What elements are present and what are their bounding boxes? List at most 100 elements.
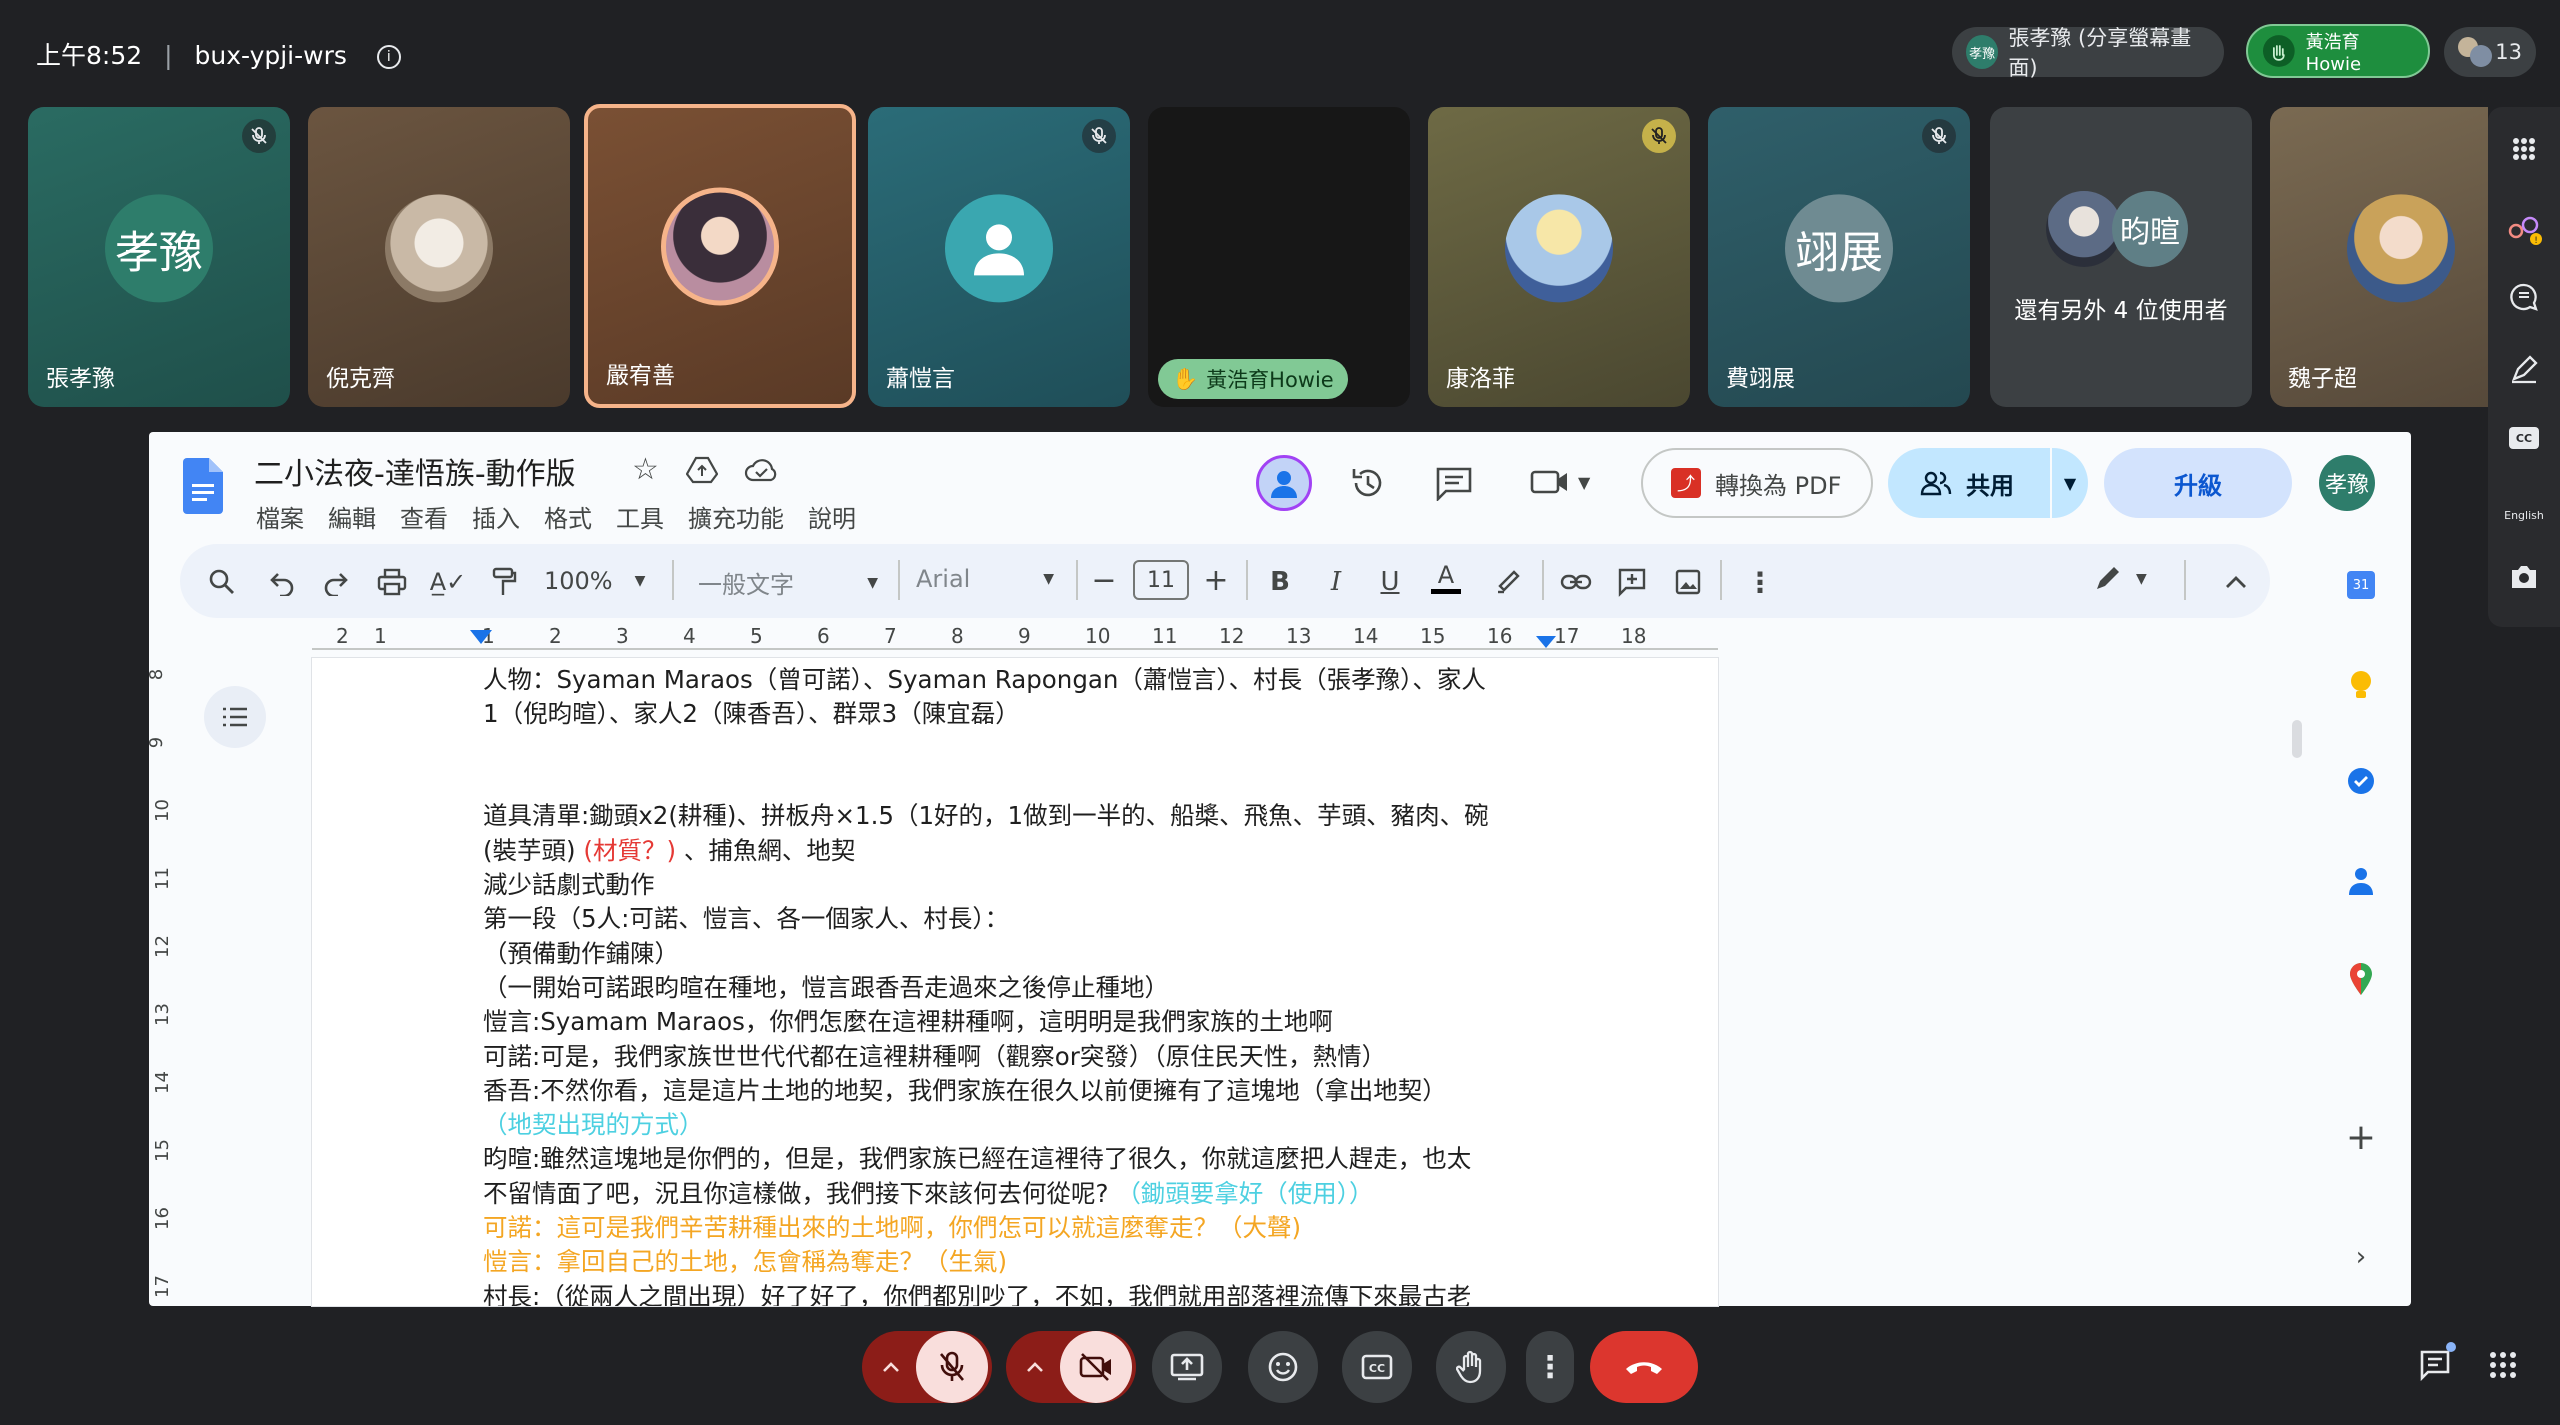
participant-tile[interactable]: 倪克齊 [308, 107, 570, 407]
menu-edit[interactable]: 編輯 [328, 499, 376, 534]
convert-to-pdf-button[interactable]: ⤴ 轉換為 PDF [1641, 448, 1873, 518]
video-settings-chevron-up-icon[interactable] [1010, 1360, 1060, 1374]
doc-paragraph[interactable]: 愷言:Syamam Maraos，你們怎麼在這裡耕種啊，這明明是我們家族的土地啊 [483, 1003, 1333, 1038]
info-icon[interactable]: i [376, 45, 401, 69]
audio-settings-chevron-up-icon[interactable] [866, 1360, 916, 1374]
doc-paragraph[interactable]: 昀暄:雖然這塊地是你們的，但是，我們家族已經在這裡待了很久，你就這麼把人趕走，也… [483, 1140, 1471, 1175]
tasks-check-icon[interactable] [2340, 760, 2382, 802]
doc-paragraph[interactable]: （一開始可諾跟昀暄在種地，愷言跟香吾走過來之後停止種地） [483, 969, 1169, 1004]
add-addon-icon[interactable]: + [2340, 1116, 2382, 1158]
meet-present-button[interactable]: ▼ [1530, 466, 1590, 498]
hide-menus-chevron-up-icon[interactable] [2216, 562, 2256, 602]
insert-image-icon[interactable] [1668, 562, 1708, 602]
participants-button[interactable]: 13 [2444, 27, 2536, 77]
whiteboard-pen-icon[interactable] [2502, 347, 2546, 391]
captions-icon[interactable]: CC [2502, 423, 2546, 453]
raise-hand-button[interactable] [1436, 1331, 1506, 1403]
doc-paragraph[interactable]: 人物：Syaman Maraos（曾可諾）、Syaman Rapongan（蕭愷… [483, 661, 1486, 696]
mic-off-button[interactable] [916, 1331, 988, 1403]
chat-button[interactable] [2418, 1342, 2456, 1386]
calendar-icon[interactable]: 31 [2340, 564, 2382, 606]
raised-hand-chip[interactable]: 黃浩育Howie [2246, 24, 2430, 78]
participant-tile[interactable]: 康洛菲 [1428, 107, 1690, 407]
more-options-icon[interactable]: ⋮ [1526, 1331, 1574, 1403]
comments-icon[interactable] [1434, 465, 1474, 505]
doc-paragraph[interactable]: 減少話劇式動作 [483, 866, 655, 901]
left-indent-marker[interactable] [470, 630, 492, 644]
insert-link-icon[interactable] [1556, 562, 1596, 602]
right-indent-marker[interactable] [1536, 636, 1556, 648]
doc-paragraph[interactable]: （預備動作鋪陳） [483, 935, 679, 970]
doc-title[interactable]: 二小法夜-達悟族-動作版 [254, 449, 576, 493]
doc-paragraph[interactable]: 1（倪昀暄）、家人2（陳香吾）、群眾3（陳宜磊） [483, 695, 1020, 730]
paragraph-style-select[interactable]: 一般文字 ▼ [698, 565, 878, 600]
paint-format-icon[interactable] [484, 562, 524, 602]
more-options-icon[interactable]: ⋮ [1740, 562, 1780, 602]
bold-icon[interactable]: B [1260, 562, 1300, 602]
user-avatar[interactable]: 孝豫 [2319, 455, 2375, 511]
menu-help[interactable]: 說明 [808, 499, 856, 534]
others-tile[interactable]: 昀暄 還有另外 4 位使用者 [1990, 107, 2252, 407]
redo-icon[interactable] [316, 562, 356, 602]
doc-paragraph[interactable]: 不留情面了吧，況且你這樣做，我們接下來該何去何從呢? （鋤頭要拿好（使用）） [483, 1175, 1374, 1210]
underline-icon[interactable]: U [1370, 562, 1410, 602]
keep-lightbulb-icon[interactable] [2340, 664, 2382, 706]
participant-tile[interactable]: 魏子超 [2270, 107, 2488, 407]
maps-pin-icon[interactable] [2340, 958, 2382, 1000]
camera-icon[interactable] [2502, 555, 2546, 599]
doc-paragraph[interactable]: 可諾:可是，我們家族世世代代都在這裡耕種啊（觀察or突發）（原住民天性，熱情） [483, 1038, 1386, 1073]
doc-paragraph[interactable]: 香吾:不然你看，這是這片土地的地契，我們家族在很久以前便擁有了這塊地（拿出地契） [483, 1072, 1447, 1107]
doc-paragraph[interactable]: (裝芋頭) (材質？) 、捕魚網、地契 [483, 832, 855, 867]
scrollbar-thumb[interactable] [2292, 720, 2302, 758]
captions-button[interactable]: CC [1342, 1331, 1412, 1403]
undo-icon[interactable] [262, 562, 302, 602]
doc-paragraph[interactable]: 道具清單:鋤頭x2(耕種)、拼板舟×1.5（1好的，1做到一半的、船槳、飛魚、芋… [483, 797, 1489, 832]
contacts-person-icon[interactable] [2340, 860, 2382, 902]
print-icon[interactable] [372, 562, 412, 602]
presenter-chip[interactable]: 孝豫 張孝豫 (分享螢幕畫面) [1952, 26, 2224, 80]
doc-paragraph-orange[interactable]: 愷言：拿回自己的土地，怎會稱為奪走？（生氣) [483, 1243, 1007, 1278]
reactions-button[interactable] [1248, 1331, 1318, 1403]
doc-paragraph[interactable]: 第一段（5人:可諾、愷言、各一個家人、村長）： [483, 900, 1009, 935]
participant-tile[interactable]: ✋ 黃浩育Howie [1148, 107, 1410, 407]
participant-tile-active-speaker[interactable]: 嚴宥善 [584, 104, 856, 408]
highlight-pen-icon[interactable] [1488, 560, 1528, 600]
decrease-font-size-icon[interactable]: − [1084, 560, 1124, 600]
move-to-drive-icon[interactable] [685, 456, 719, 488]
camera-off-button[interactable] [1060, 1331, 1132, 1403]
participant-tile[interactable]: 孝豫 張孝豫 [28, 107, 290, 407]
increase-font-size-icon[interactable]: + [1196, 560, 1236, 600]
font-size-input[interactable]: 11 [1133, 560, 1189, 600]
participant-tile[interactable]: 蕭愷言 [868, 107, 1130, 407]
menu-tools[interactable]: 工具 [616, 499, 664, 534]
version-history-icon[interactable] [1348, 463, 1388, 507]
text-color-icon[interactable]: A [1426, 558, 1466, 598]
italic-icon[interactable]: I [1316, 562, 1356, 602]
zoom-select[interactable]: 100% ▼ [544, 567, 645, 595]
editing-mode-select[interactable]: ▼ [2092, 564, 2147, 594]
present-screen-button[interactable] [1152, 1331, 1222, 1403]
menu-file[interactable]: 檔案 [256, 499, 304, 534]
share-dropdown-chevron-icon[interactable]: ▼ [2052, 474, 2088, 493]
search-menus-icon[interactable] [202, 562, 242, 602]
share-button[interactable]: 共用 [1888, 466, 2050, 501]
doc-paragraph[interactable]: 村長:（從兩人之間出現）好了好了，你們都別吵了，不如，我們就用部落裡流傳下來最古… [483, 1278, 1471, 1306]
activities-icon[interactable]: ! [2502, 205, 2546, 249]
activities-grid-icon[interactable] [2488, 1350, 2518, 1384]
doc-paragraph-cyan[interactable]: （地契出現的方式） [483, 1106, 704, 1141]
doc-paragraph-orange[interactable]: 可諾：這可是我們辛苦耕種出來的土地啊，你們怎可以就這麼奪走？（大聲) [483, 1209, 1301, 1244]
menu-view[interactable]: 查看 [400, 499, 448, 534]
account-avatar[interactable] [1256, 455, 1312, 511]
participant-tile[interactable]: 翊展 費翊展 [1708, 107, 1970, 407]
menu-format[interactable]: 格式 [544, 499, 592, 534]
menu-insert[interactable]: 插入 [472, 499, 520, 534]
document-outline-button[interactable] [204, 686, 266, 748]
menu-extensions[interactable]: 擴充功能 [688, 499, 784, 534]
horizontal-ruler[interactable]: 2 1 1 2 3 4 5 6 7 8 9 10 11 12 13 14 15 16 17 18 [312, 624, 1718, 650]
font-select[interactable]: Arial ▼ [916, 565, 1054, 593]
expand-side-panel-chevron-icon[interactable]: › [2340, 1236, 2382, 1278]
spelling-check-icon[interactable]: A̲✓ [428, 562, 468, 602]
apps-grid-icon[interactable] [2502, 127, 2546, 171]
feedback-icon[interactable] [2502, 275, 2546, 319]
upgrade-button[interactable]: 升級 [2104, 448, 2292, 518]
